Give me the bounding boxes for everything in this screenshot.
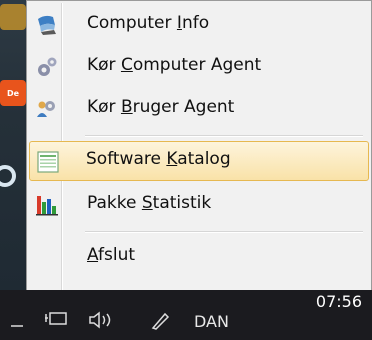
desktop-icon[interactable] <box>0 4 26 30</box>
menu-item-exit[interactable]: Afslut <box>29 237 369 277</box>
bar-chart-icon <box>36 196 58 216</box>
menu-item-computer-info[interactable]: Computer Info <box>29 5 369 45</box>
language-indicator[interactable]: DAN <box>194 312 229 331</box>
menu-item-label: Kør Bruger Agent <box>87 97 235 117</box>
catalog-icon <box>37 151 59 173</box>
menu-item-run-computer-agent[interactable]: Kør Computer Agent <box>29 47 369 87</box>
menu-item-label: Software Katalog <box>86 149 231 169</box>
menu-item-run-user-agent[interactable]: Kør Bruger Agent <box>29 89 369 129</box>
menu-separator <box>85 135 363 137</box>
menu-item-label: Afslut <box>87 245 136 265</box>
desktop-shortcut-icon[interactable]: De <box>0 80 26 106</box>
clock[interactable]: 07:56 <box>316 292 362 311</box>
monitor-icon[interactable] <box>44 310 70 330</box>
volume-icon[interactable] <box>88 310 116 330</box>
network-icon[interactable] <box>10 314 24 328</box>
menu-item-software-catalog[interactable]: Software Katalog <box>29 141 369 181</box>
menu-item-label: Kør Computer Agent <box>87 55 262 75</box>
tray-context-menu: Computer Info Kør Computer Agent Kør Bru… <box>26 0 372 300</box>
pen-icon[interactable] <box>150 310 172 330</box>
menu-item-package-statistics[interactable]: Pakke Statistik <box>29 185 369 225</box>
desktop-ring-icon[interactable] <box>0 165 16 187</box>
taskbar: DAN 07:56 <box>0 290 372 340</box>
menu-item-label: Pakke Statistik <box>87 193 212 213</box>
user-agent-icon <box>37 101 55 117</box>
menu-separator <box>85 231 363 233</box>
gears-icon <box>38 57 57 76</box>
computer-info-icon <box>38 15 56 35</box>
menu-item-label: Computer Info <box>87 13 210 33</box>
